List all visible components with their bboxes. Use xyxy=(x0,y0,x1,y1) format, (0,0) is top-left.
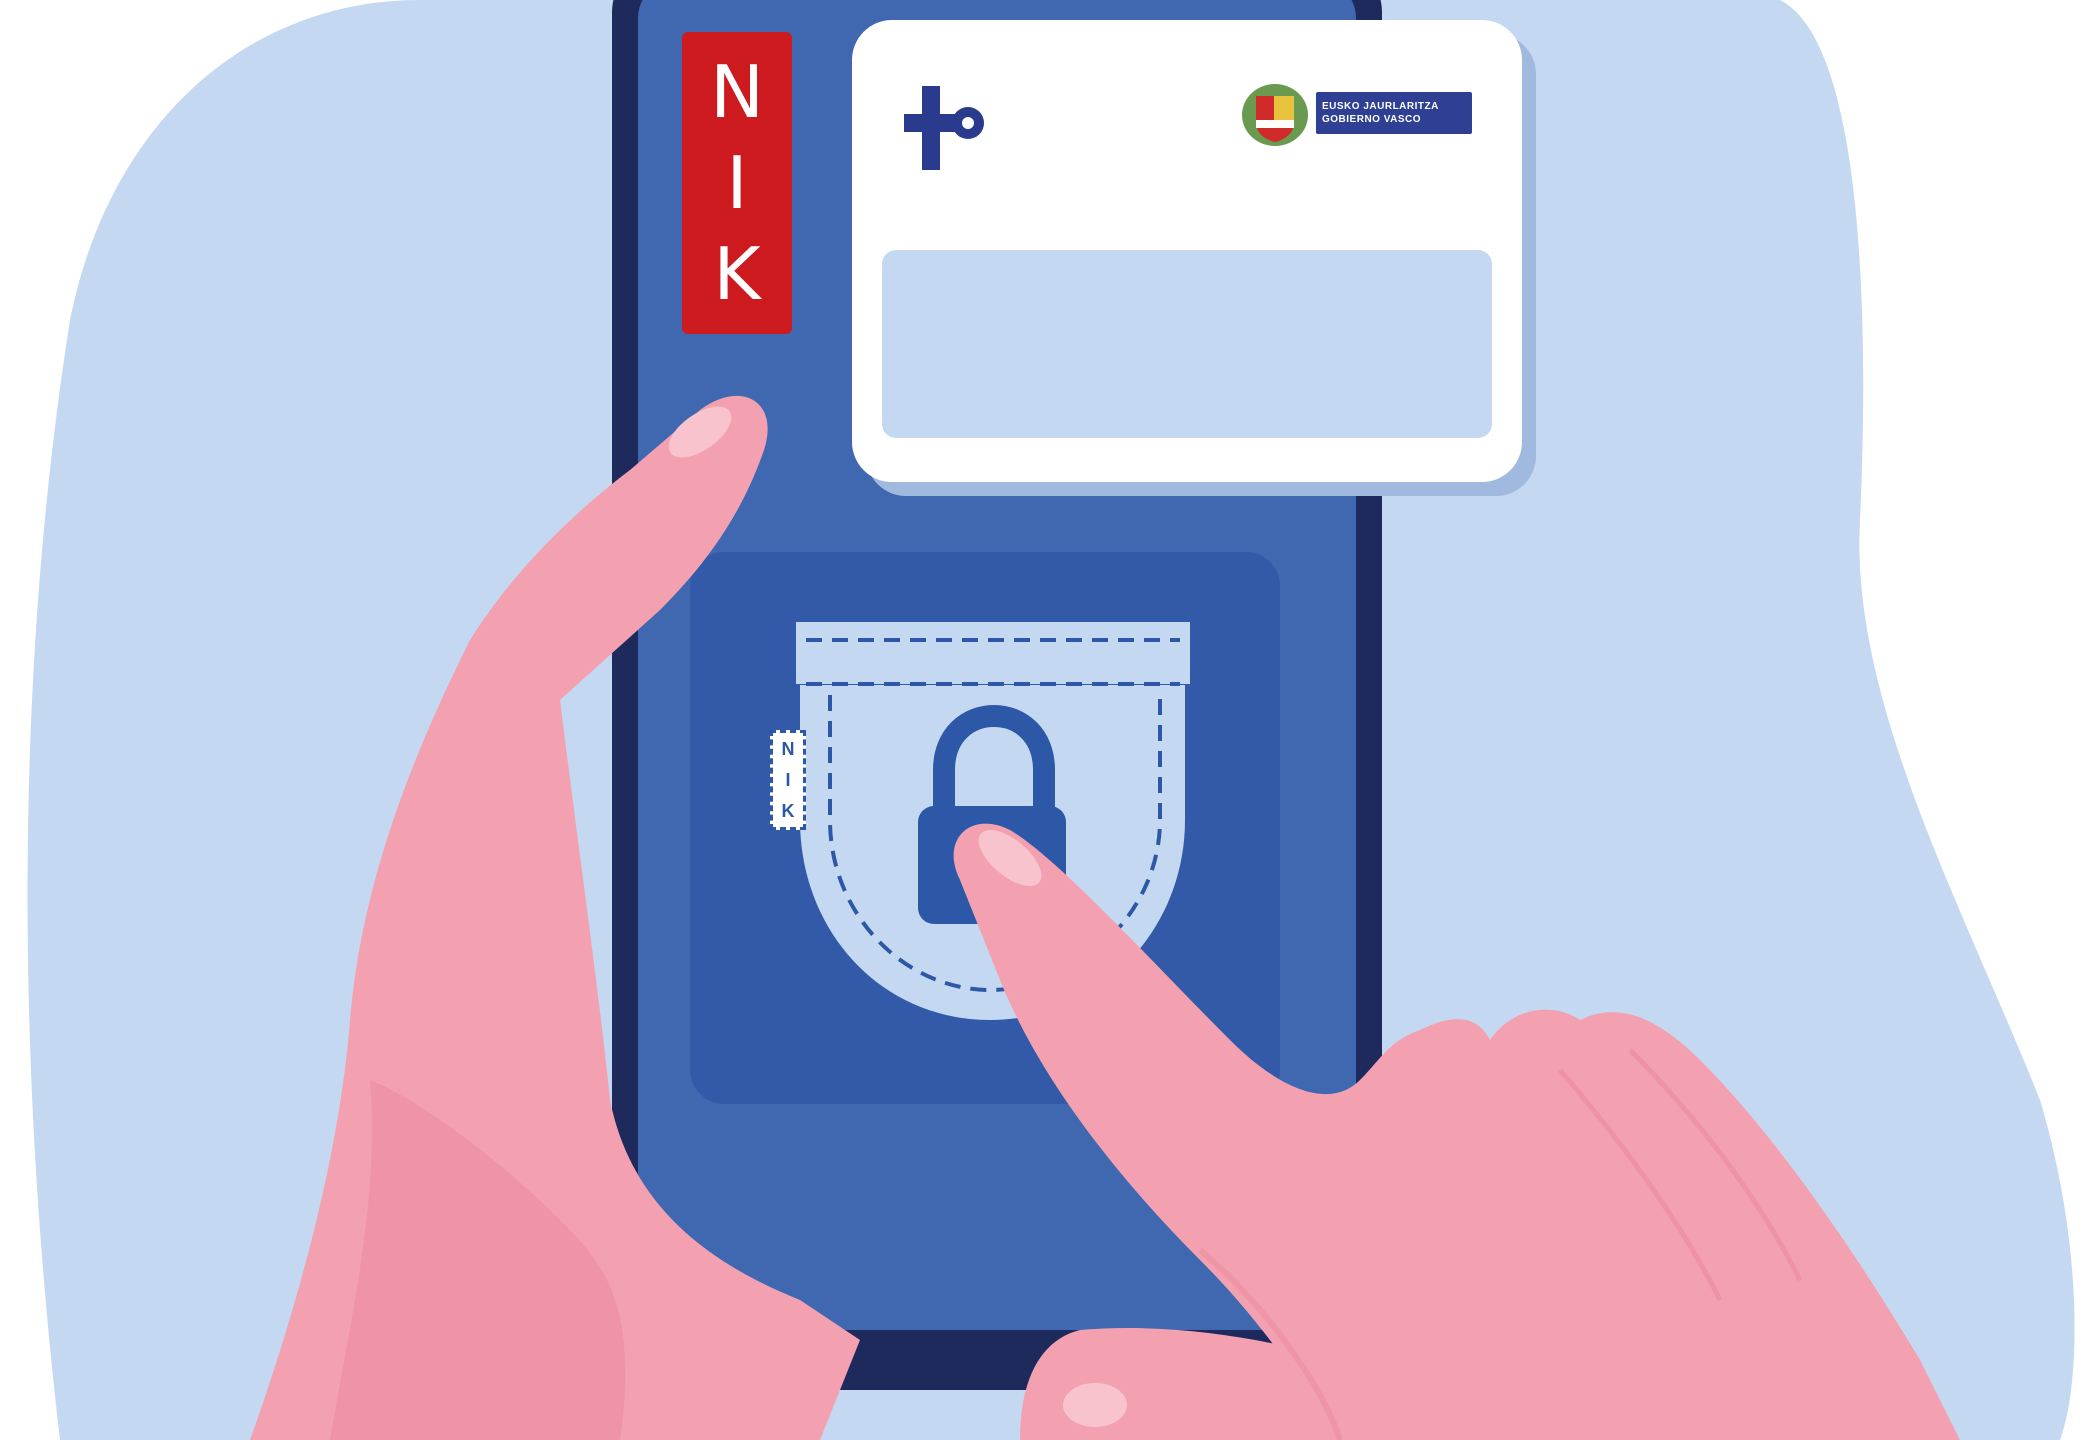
government-name: Eusko Jaurlaritza Gobierno Vasco xyxy=(1316,92,1472,134)
pocket-tag-letter-i: I xyxy=(785,769,791,790)
pocket-nik-tag: N I K xyxy=(770,730,806,830)
health-card: Eusko Jaurlaritza Gobierno Vasco xyxy=(852,20,1522,482)
card-info-panel xyxy=(882,250,1492,438)
government-name-basque: Eusko Jaurlaritza xyxy=(1322,100,1439,112)
nik-tab: N I K xyxy=(682,32,792,334)
osakidetza-icon xyxy=(904,86,984,170)
nik-letter-k: K xyxy=(713,232,761,317)
nik-letter-n: N xyxy=(710,49,764,134)
illustration-scene: N I K Eusko Jaurlaritza Gobierno Vasco xyxy=(0,0,2082,1440)
coat-of-arms-icon xyxy=(1242,84,1308,146)
nik-letter-i: I xyxy=(726,140,748,225)
pocket-tag-letter-k: K xyxy=(781,801,795,822)
government-logo: Eusko Jaurlaritza Gobierno Vasco xyxy=(1240,78,1472,148)
pocket-tag-letter-n: N xyxy=(781,738,795,759)
government-name-spanish: Gobierno Vasco xyxy=(1322,114,1422,125)
